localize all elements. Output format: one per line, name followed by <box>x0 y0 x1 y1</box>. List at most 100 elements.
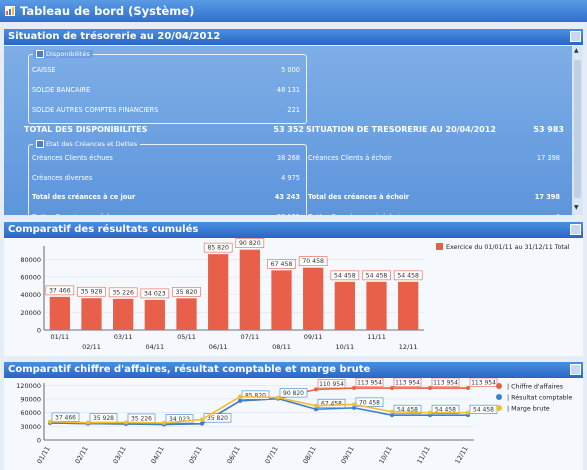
creance-row-value: 28 131 <box>244 213 300 215</box>
data-label: 54 458 <box>334 272 356 279</box>
collapse-icon[interactable] <box>36 140 44 148</box>
data-label: 34 023 <box>144 290 166 297</box>
line-panel-collapse-button[interactable] <box>570 364 581 375</box>
y-tick-label: 0 <box>37 327 41 335</box>
bar <box>303 267 324 330</box>
creance-row-value: 43 243 <box>274 193 300 201</box>
data-point <box>352 402 356 407</box>
echoir-row-label: Créances Clients à échoir <box>308 154 392 162</box>
bar <box>113 298 134 330</box>
x-tick-label: 07/11 <box>263 445 279 465</box>
data-label: 35 928 <box>81 289 103 296</box>
x-tick-label: 06/11 <box>209 343 228 351</box>
window-title: Tableau de bord (Système) <box>20 4 195 18</box>
data-point <box>124 420 128 425</box>
data-point <box>238 398 242 403</box>
creance-row-value: 4 975 <box>281 174 300 182</box>
line-chart: 0 30000 60000 90000 120000 110 954 113 954 113 … <box>16 377 572 465</box>
x-tick-label: 04/11 <box>145 343 164 351</box>
data-label: 85 820 <box>245 392 266 399</box>
scroll-up-icon[interactable]: ▲ <box>574 47 579 54</box>
data-label: 54 458 <box>366 272 388 279</box>
creance-row-label: Dettes Fournisseurs échues <box>32 213 123 215</box>
legend-marker <box>496 405 502 411</box>
data-point <box>352 386 356 391</box>
dispo-group-legend: Disponibilités <box>33 50 93 58</box>
creance-row-label: Créances diverses <box>32 174 93 182</box>
echoir-row-label: Dettes Fournisseurs à échoir <box>308 213 402 215</box>
creance-row-value: 38 268 <box>276 154 300 162</box>
x-tick-label: 12/11 <box>399 343 418 351</box>
bar-panel-collapse-button[interactable] <box>570 224 581 235</box>
data-point <box>238 394 242 399</box>
dispo-row-label: SOLDE BANCAIRE <box>32 86 91 94</box>
legend-marker <box>496 383 502 389</box>
data-label: 35 226 <box>112 289 134 296</box>
scroll-down-icon[interactable]: ▼ <box>574 204 579 211</box>
creances-group-legend: Etat des Créances et Dettes <box>33 140 141 148</box>
dispo-row-value: 48 131 <box>276 86 300 94</box>
y-tick-label: 20000 <box>20 309 41 317</box>
x-tick-label: 09/11 <box>304 333 323 341</box>
x-tick-label: 03/11 <box>114 333 133 341</box>
legend-label: Exercice du 01/01/11 au 31/12/11 Total <box>446 244 570 251</box>
line-panel-header: Comparatif chiffre d'affaires, résultat … <box>4 362 583 378</box>
dispo-row-value: 5 000 <box>281 66 300 74</box>
creance-row-label: Créances Clients échues <box>32 154 113 162</box>
data-label: 113 954 <box>471 380 496 387</box>
x-tick-label: 01/11 <box>50 333 69 341</box>
legend-label: | Chiffre d'affaires <box>507 384 563 391</box>
data-point <box>390 413 394 418</box>
data-point <box>390 386 394 391</box>
bar <box>239 249 260 330</box>
data-label: 35 820 <box>207 415 228 422</box>
data-point <box>390 409 394 414</box>
y-tick-label: 60000 <box>20 273 41 281</box>
legend-label: | Résultat comptable <box>507 394 572 402</box>
x-tick-label: 03/11 <box>111 445 127 465</box>
x-tick-label: 10/11 <box>335 343 354 351</box>
total-dispo-label: TOTAL DES DISPONIBILITES <box>24 125 148 134</box>
dashboard-window: Tableau de bord (Système) Situation de t… <box>0 0 587 470</box>
echoir-row-value: 17 398 <box>536 154 560 162</box>
y-tick-label: 120000 <box>16 382 41 390</box>
data-point <box>314 403 318 408</box>
x-tick-label: 09/11 <box>339 445 355 465</box>
data-label: 37 466 <box>49 287 71 294</box>
line-panel-title: Comparatif chiffre d'affaires, résultat … <box>8 364 371 375</box>
x-tick-label: 01/11 <box>35 445 51 465</box>
x-tick-label: 08/11 <box>272 343 291 351</box>
treso-panel-collapse-button[interactable] <box>570 31 581 42</box>
data-point <box>48 419 52 424</box>
window-title-bar: Tableau de bord (Système) <box>0 0 587 22</box>
bar-panel-header: Comparatif des résultats cumulés <box>4 222 583 238</box>
data-label: 90 820 <box>239 240 261 247</box>
bar <box>144 299 165 330</box>
x-tick-label: 12/11 <box>453 445 469 465</box>
creance-row-label: Total des créances à ce jour <box>32 193 136 201</box>
x-tick-label: 10/11 <box>377 445 393 465</box>
data-label: 85 820 <box>207 245 229 252</box>
scroll-thumb[interactable] <box>574 60 581 198</box>
line-chart-area: 0 30000 60000 90000 120000 110 954 113 954 113 … <box>4 377 583 470</box>
bar-panel-title: Comparatif des résultats cumulés <box>8 224 199 235</box>
collapse-icon[interactable] <box>36 50 44 58</box>
situation-value: 53 983 <box>533 125 564 134</box>
x-tick-label: 07/11 <box>240 333 259 341</box>
treso-panel-title: Situation de trésorerie au 20/04/2012 <box>8 31 221 42</box>
data-label: 37 466 <box>55 414 76 421</box>
echoir-row-value: 0 <box>504 213 560 215</box>
data-label: 54 458 <box>473 407 494 414</box>
data-label: 113 954 <box>357 380 382 387</box>
bar-chart-area: 0 20000 40000 60000 80000 37 466 01/11 35 928 02… <box>4 238 583 356</box>
dispo-group-label: Disponibilités <box>46 50 90 58</box>
bar <box>208 254 229 330</box>
x-tick-label: 02/11 <box>82 343 101 351</box>
data-point <box>162 420 166 425</box>
data-point <box>314 407 318 412</box>
x-tick-label: 08/11 <box>301 445 317 465</box>
treso-scrollbar[interactable]: ▲ ▼ <box>572 46 583 215</box>
y-tick-label: 90000 <box>20 395 41 403</box>
creances-group-label: Etat des Créances et Dettes <box>46 140 138 148</box>
treso-panel: Disponibilités TOTAL DES DISPONIBILITES … <box>4 46 572 215</box>
